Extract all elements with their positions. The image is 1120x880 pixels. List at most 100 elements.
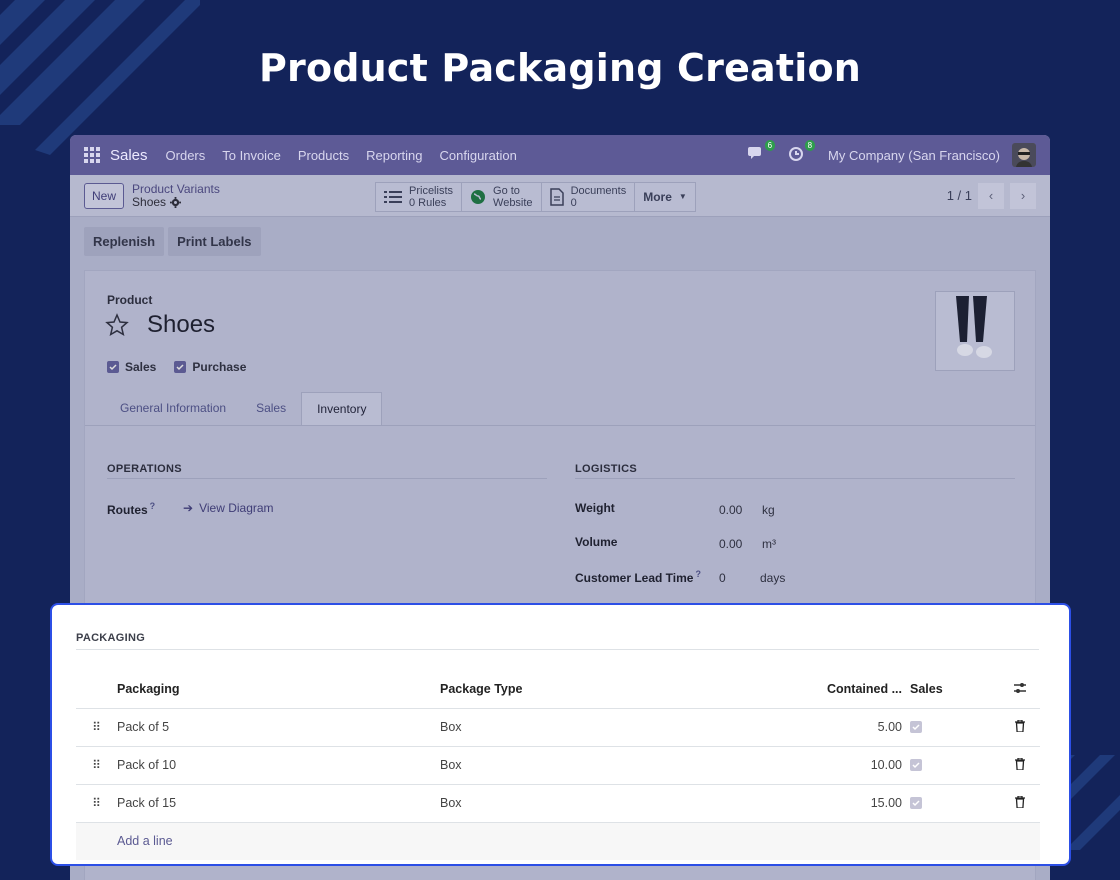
customer-lead-time-unit: days xyxy=(760,571,786,585)
nav-reporting[interactable]: Reporting xyxy=(366,148,422,163)
more-dropdown[interactable]: More ▼ xyxy=(634,182,696,212)
packaging-name-cell[interactable]: Pack of 10 xyxy=(117,746,440,785)
nav-products[interactable]: Products xyxy=(298,148,349,163)
help-icon[interactable]: ? xyxy=(695,569,701,579)
trash-icon xyxy=(1015,718,1025,733)
optional-columns-toggle[interactable] xyxy=(1000,671,1040,709)
contained-quantity-cell[interactable]: 5.00 xyxy=(812,708,910,747)
volume-input[interactable]: 0.00 xyxy=(719,537,742,551)
pager-prev-icon[interactable]: ‹ xyxy=(978,182,1004,209)
package-type-cell[interactable]: Box xyxy=(440,784,812,823)
contained-quantity-column-header[interactable]: Contained ... xyxy=(812,671,910,709)
weight-label: Weight xyxy=(575,501,615,515)
volume-label: Volume xyxy=(575,535,618,549)
nav-configuration[interactable]: Configuration xyxy=(440,148,517,163)
help-icon[interactable]: ? xyxy=(150,501,156,511)
drag-column-header xyxy=(76,671,117,709)
delete-row-button[interactable] xyxy=(1000,784,1040,823)
tab-sales[interactable]: Sales xyxy=(241,392,301,425)
table-row[interactable]: ⠿ Pack of 5 Box 5.00 xyxy=(76,708,1040,747)
website-value: Website xyxy=(493,197,533,209)
purchase-checkbox-label: Purchase xyxy=(192,360,247,374)
packaging-table: Packaging Package Type Contained ... Sal… xyxy=(76,671,1040,860)
apps-grid-icon[interactable] xyxy=(84,147,100,163)
chat-icon xyxy=(748,147,762,159)
documents-label: Documents xyxy=(570,185,627,197)
product-name-field[interactable]: Shoes xyxy=(147,311,215,339)
list-icon xyxy=(384,191,402,203)
documents-smart-button[interactable]: Documents 0 xyxy=(540,182,636,212)
check-icon xyxy=(107,361,119,373)
pricelists-value: 0 Rules xyxy=(409,197,447,209)
table-row[interactable]: ⠿ Pack of 15 Box 15.00 xyxy=(76,784,1040,823)
trash-icon xyxy=(1015,756,1025,771)
sales-checkbox-cell[interactable] xyxy=(910,746,1000,785)
package-type-cell[interactable]: Box xyxy=(440,746,812,785)
volume-unit: m³ xyxy=(762,537,776,551)
sales-column-header[interactable]: Sales xyxy=(910,671,1000,709)
weight-input[interactable]: 0.00 xyxy=(719,503,742,517)
tab-general-information[interactable]: General Information xyxy=(105,392,241,425)
drag-handle-icon[interactable]: ⠿ xyxy=(76,746,117,785)
contained-quantity-cell[interactable]: 15.00 xyxy=(812,784,910,823)
hero-title: Product Packaging Creation xyxy=(258,46,862,90)
drag-handle-icon[interactable]: ⠿ xyxy=(76,708,117,747)
add-line-row: Add a line xyxy=(76,822,1040,860)
nav-orders[interactable]: Orders xyxy=(166,148,206,163)
customer-lead-time-input[interactable]: 0 xyxy=(719,571,726,585)
customer-lead-time-label: Customer Lead Time? xyxy=(575,569,701,585)
caret-down-icon: ▼ xyxy=(678,192,687,201)
check-icon xyxy=(910,721,922,733)
package-type-cell[interactable]: Box xyxy=(440,708,812,747)
breadcrumb-parent[interactable]: Product Variants xyxy=(132,182,220,196)
packaging-column-header[interactable]: Packaging xyxy=(117,671,440,709)
sales-checkbox-cell[interactable] xyxy=(910,784,1000,823)
arrow-right-icon: ➔ xyxy=(183,501,194,515)
messages-systray[interactable]: 6 xyxy=(748,140,776,164)
contained-quantity-cell[interactable]: 10.00 xyxy=(812,746,910,785)
website-smart-button[interactable]: Go to Website xyxy=(461,182,542,212)
tab-inventory[interactable]: Inventory xyxy=(301,392,383,425)
nav-to-invoice[interactable]: To Invoice xyxy=(222,148,281,163)
app-brand[interactable]: Sales xyxy=(110,147,148,164)
new-button[interactable]: New xyxy=(84,182,125,209)
pager-next-icon[interactable]: › xyxy=(1010,182,1036,209)
check-icon xyxy=(910,759,922,771)
delete-row-button[interactable] xyxy=(1000,746,1040,785)
table-header-row: Packaging Package Type Contained ... Sal… xyxy=(76,671,1040,709)
table-row[interactable]: ⠿ Pack of 10 Box 10.00 xyxy=(76,746,1040,785)
logistics-group-title: LOGISTICS xyxy=(575,463,637,475)
packaging-name-cell[interactable]: Pack of 5 xyxy=(117,708,440,747)
package-type-column-header[interactable]: Package Type xyxy=(440,671,812,709)
sales-checkbox-label: Sales xyxy=(125,360,157,374)
check-icon xyxy=(910,797,922,809)
delete-row-button[interactable] xyxy=(1000,708,1040,747)
star-icon[interactable] xyxy=(105,313,129,337)
pager-value[interactable]: 1 / 1 xyxy=(947,188,972,203)
document-icon xyxy=(549,188,564,206)
packaging-name-cell[interactable]: Pack of 15 xyxy=(117,784,440,823)
globe-icon xyxy=(471,190,486,204)
pricelists-smart-button[interactable]: Pricelists 0 Rules xyxy=(375,182,463,212)
purchase-checkbox[interactable]: Purchase xyxy=(174,360,246,374)
add-a-line-link[interactable]: Add a line xyxy=(117,834,173,848)
view-diagram-link[interactable]: ➔ View Diagram xyxy=(183,501,274,515)
routes-label: Routes? xyxy=(107,501,156,517)
activities-systray[interactable]: 8 xyxy=(788,140,816,164)
sales-checkbox[interactable]: Sales xyxy=(107,360,156,374)
user-avatar[interactable] xyxy=(1012,143,1036,167)
drag-handle-icon[interactable]: ⠿ xyxy=(76,784,117,823)
notebook-tabs: General Information Sales Inventory xyxy=(105,392,383,425)
top-navbar: Sales Orders To Invoice Products Reporti… xyxy=(70,135,1050,175)
replenish-button[interactable]: Replenish xyxy=(84,227,165,256)
product-image[interactable] xyxy=(935,291,1015,371)
group-divider xyxy=(107,478,547,479)
print-labels-button[interactable]: Print Labels xyxy=(168,227,261,256)
packaging-highlight-card: PACKAGING Packaging Package Type Contain… xyxy=(50,603,1071,866)
company-switcher[interactable]: My Company (San Francisco) xyxy=(828,148,1000,163)
packaging-section-title: PACKAGING xyxy=(76,632,146,644)
gear-icon[interactable] xyxy=(170,196,182,208)
sales-checkbox-cell[interactable] xyxy=(910,708,1000,747)
trash-icon xyxy=(1015,794,1025,809)
breadcrumb: Product Variants Shoes xyxy=(132,182,220,209)
